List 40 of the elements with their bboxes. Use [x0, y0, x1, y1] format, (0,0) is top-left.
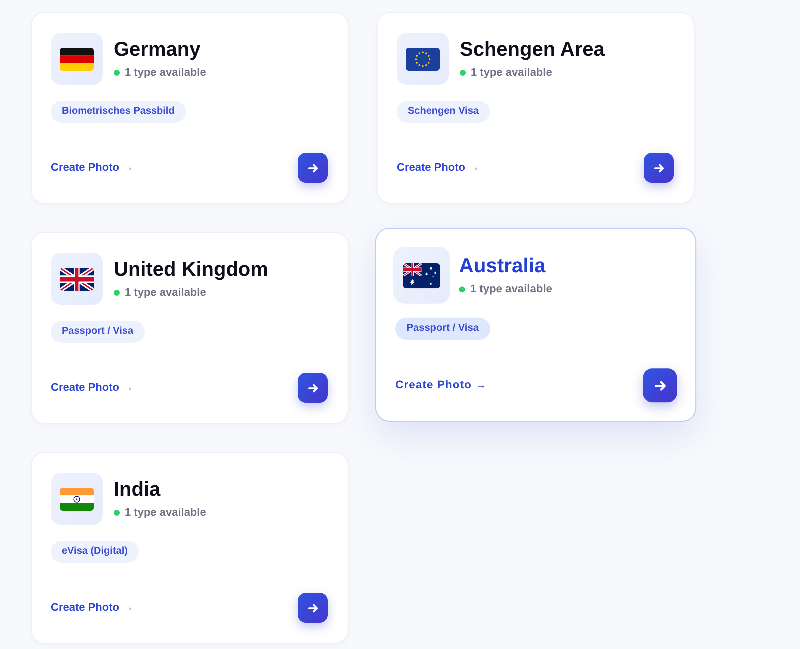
go-button[interactable] [298, 373, 328, 403]
availability-text: 1 type available [470, 282, 552, 298]
country-title: Schengen Area [460, 38, 605, 62]
go-button[interactable] [298, 153, 328, 183]
indian-flag-icon [51, 473, 103, 525]
status-dot-icon [459, 286, 466, 292]
german-flag-icon [51, 33, 103, 85]
country-title: India [114, 478, 162, 502]
uk-flag-icon [51, 253, 103, 305]
availability-text: 1 type available [471, 66, 552, 80]
status-dot-icon [114, 290, 120, 296]
arrow-right-icon [308, 382, 318, 394]
create-photo-link[interactable]: Create Photo → [51, 162, 134, 174]
document-type-tag: Passport / Visa [51, 321, 145, 343]
document-type-tag: eVisa (Digital) [51, 541, 139, 563]
arrow-right-icon [654, 379, 666, 392]
document-type-tag: Passport / Visa [396, 318, 490, 340]
eu-flag-icon [397, 33, 449, 85]
document-type-tag: Biometrisches Passbild [51, 101, 186, 123]
arrow-right-icon [308, 602, 318, 614]
status-dot-icon [114, 510, 120, 516]
document-type-tag: Schengen Visa [397, 101, 490, 123]
country-title: United Kingdom [114, 258, 268, 282]
country-title: Australia [459, 254, 547, 278]
availability-text: 1 type available [125, 286, 206, 300]
go-button[interactable] [643, 368, 678, 403]
go-button[interactable] [644, 153, 674, 183]
availability-text: 1 type available [125, 66, 206, 80]
create-photo-link[interactable]: Create Photo → [51, 382, 134, 394]
create-photo-link[interactable]: Create Photo → [396, 380, 488, 392]
arrow-right-icon [654, 162, 664, 174]
go-button[interactable] [298, 593, 328, 623]
create-photo-link[interactable]: Create Photo → [397, 162, 480, 174]
status-dot-icon [114, 70, 120, 76]
create-photo-link[interactable]: Create Photo → [51, 602, 134, 614]
country-title: Germany [114, 38, 202, 62]
arrow-right-icon [308, 162, 318, 174]
australian-flag-icon [394, 247, 450, 304]
availability-text: 1 type available [125, 506, 206, 520]
status-dot-icon [460, 70, 466, 76]
